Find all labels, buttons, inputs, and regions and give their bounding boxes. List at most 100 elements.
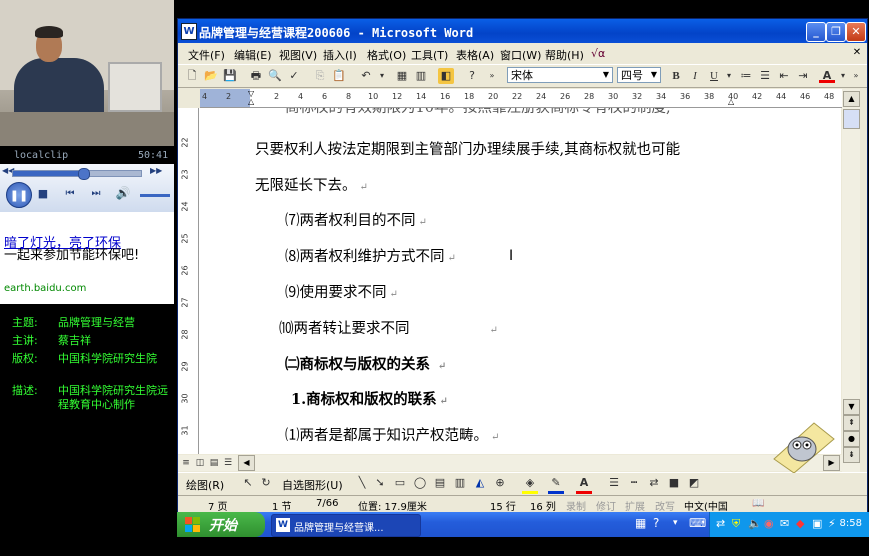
line-style-icon[interactable]: ☰ [606, 475, 622, 491]
menu-help[interactable]: 帮助(H) [545, 47, 584, 63]
vertical-ruler[interactable]: 22 23 24 25 26 27 28 29 30 31 [178, 108, 199, 454]
font-size-select[interactable]: 四号 ▼ [617, 67, 661, 83]
menu-insert[interactable]: 插入(I) [323, 47, 357, 63]
spelling-status-icon[interactable]: 📖 [752, 498, 764, 509]
rectangle-icon[interactable]: ▭ [392, 475, 408, 491]
restore-button[interactable]: ❐ [826, 22, 846, 42]
font-name-select[interactable]: 宋体 ▼ [507, 67, 613, 83]
text-box-icon[interactable]: ▤ [432, 475, 448, 491]
right-indent-marker[interactable]: △ [728, 97, 734, 106]
status-ovr[interactable]: 改写 [655, 498, 675, 513]
volume-slider[interactable] [140, 194, 170, 197]
security-tray-icon[interactable]: ⛨ [732, 517, 740, 531]
free-rotate-icon[interactable]: ↻ [258, 475, 274, 491]
close-button[interactable]: ✕ [846, 22, 866, 42]
help-tray-icon[interactable]: ? [653, 516, 659, 530]
drawing-font-color-icon[interactable]: A [576, 475, 592, 494]
pause-button[interactable]: ❚❚ [6, 182, 32, 208]
scroll-up-icon[interactable]: ▲ [843, 91, 860, 107]
display-tray-icon[interactable]: ▣ [812, 517, 822, 530]
save-icon[interactable]: 💾 [222, 68, 238, 84]
outline-view-icon[interactable]: ☰ [222, 455, 234, 469]
wordart-icon[interactable]: ◭ [472, 475, 488, 491]
line-icon[interactable]: ╲ [354, 475, 370, 491]
seek-knob[interactable] [78, 168, 91, 180]
arrow-icon[interactable]: ➘ [372, 475, 388, 491]
network-tray-icon[interactable]: ⇄ [716, 517, 725, 530]
volume-icon[interactable]: 🔊 [114, 186, 132, 200]
scroll-thumb[interactable] [843, 109, 860, 129]
print-icon[interactable]: 🖶 [248, 68, 264, 84]
italic-button[interactable]: I [687, 68, 703, 84]
scroll-left-icon[interactable]: ◀ [238, 455, 255, 471]
oval-icon[interactable]: ◯ [412, 475, 428, 491]
word-doc-icon[interactable]: W [181, 23, 197, 40]
shadow-icon[interactable]: ■ [666, 475, 682, 491]
paste-icon[interactable]: 📋 [331, 68, 347, 84]
undo-icon[interactable]: ↶ [358, 68, 374, 84]
line-color-icon[interactable]: ✎ [548, 475, 564, 494]
menu-tools[interactable]: 工具(T) [411, 47, 448, 63]
taskbar-item-word[interactable]: W 品牌管理与经营课... [271, 514, 421, 537]
document-map-icon[interactable]: ◧ [438, 68, 454, 84]
ad-url[interactable]: earth.baidu.com [4, 283, 86, 294]
columns-icon[interactable]: ▥ [413, 68, 429, 84]
autoshapes-menu[interactable]: 自选图形(U) [282, 477, 343, 493]
menu-equation[interactable]: √α [591, 47, 605, 60]
hanging-indent-marker[interactable]: △ [248, 97, 254, 106]
decrease-indent-icon[interactable]: ⇤ [776, 68, 792, 84]
seek-bar[interactable] [12, 168, 142, 180]
underline-button[interactable]: U [706, 68, 722, 84]
previous-page-icon[interactable]: ⇞ [843, 415, 860, 431]
3d-icon[interactable]: ◩ [686, 475, 702, 491]
horizontal-scrollbar[interactable]: ≡ ◫ ▤ ☰ ◀ ▶ [178, 455, 842, 471]
power-tray-icon[interactable]: ⚡ [828, 517, 836, 530]
select-browse-object-icon[interactable]: ● [843, 431, 860, 447]
dash-style-icon[interactable]: ┅ [626, 475, 642, 491]
numbering-icon[interactable]: ≔ [738, 68, 754, 84]
web-view-icon[interactable]: ◫ [194, 455, 206, 469]
help-icon[interactable]: ? [464, 68, 480, 84]
undo-dropdown-icon[interactable]: ▾ [374, 68, 390, 84]
horizontal-ruler[interactable]: 4 2 2 4 6 8 10 12 14 16 18 20 22 24 26 2… [200, 89, 842, 108]
table-icon[interactable]: ▦ [394, 68, 410, 84]
menu-view[interactable]: 视图(V) [279, 47, 317, 63]
status-rec[interactable]: 录制 [566, 498, 586, 513]
language-bar-icon[interactable]: ▦ [635, 516, 646, 530]
print-view-icon[interactable]: ▤ [208, 455, 220, 469]
font-color-button[interactable]: A [819, 68, 835, 83]
copy-icon[interactable]: ⎘ [312, 68, 328, 84]
document-area[interactable]: 商标权的有效期限为10年。按照靠注册获商标专有权的制度, 只要权利人按法定期限到… [199, 108, 841, 454]
toolbar-more-icon[interactable]: » [848, 68, 864, 84]
menu-format[interactable]: 格式(O) [367, 47, 406, 63]
start-button[interactable]: 开始 [177, 512, 265, 537]
select-objects-icon[interactable]: ↖ [240, 475, 256, 491]
chevron-down-icon[interactable]: ▼ [600, 68, 612, 82]
vertical-text-box-icon[interactable]: ▥ [452, 475, 468, 491]
open-folder-icon[interactable]: 📂 [203, 68, 219, 84]
toolbar-options-icon[interactable]: » [484, 68, 500, 84]
normal-view-icon[interactable]: ≡ [180, 455, 192, 469]
title-bar[interactable]: W 品牌管理与经营课程200606 - Microsoft Word _ ❐ ✕ [178, 19, 867, 43]
next-page-icon[interactable]: ⇟ [843, 447, 860, 463]
ime-tray-icon[interactable]: ✉ [780, 517, 789, 530]
clock[interactable]: 8:58 [840, 518, 862, 529]
chevron-down-icon[interactable]: ▼ [648, 68, 660, 82]
bullets-icon[interactable]: ☰ [757, 68, 773, 84]
vertical-scrollbar[interactable]: ▲ ▼ ⇞ ● ⇟ [842, 89, 860, 472]
scroll-down-icon[interactable]: ▼ [843, 399, 860, 415]
office-assistant-icon[interactable] [768, 419, 838, 474]
keyboard-tray-icon[interactable]: ⌨ [689, 516, 706, 530]
bold-button[interactable]: B [668, 68, 684, 84]
volume-tray-icon[interactable]: 🔈 [748, 517, 762, 530]
fill-color-icon[interactable]: ◈ [522, 475, 538, 494]
draw-menu[interactable]: 绘图(R) [186, 477, 224, 493]
media-tray-icon[interactable]: ◆ [796, 517, 804, 530]
status-ext[interactable]: 扩展 [625, 498, 645, 513]
stop-icon[interactable]: ■ [36, 186, 50, 200]
spelling-icon[interactable]: ✓ [286, 68, 302, 84]
new-document-icon[interactable]: 🗋 [184, 68, 200, 84]
next-icon[interactable]: ⏭ [88, 186, 104, 200]
status-trk[interactable]: 修订 [596, 498, 616, 513]
minimize-button[interactable]: _ [806, 22, 826, 42]
